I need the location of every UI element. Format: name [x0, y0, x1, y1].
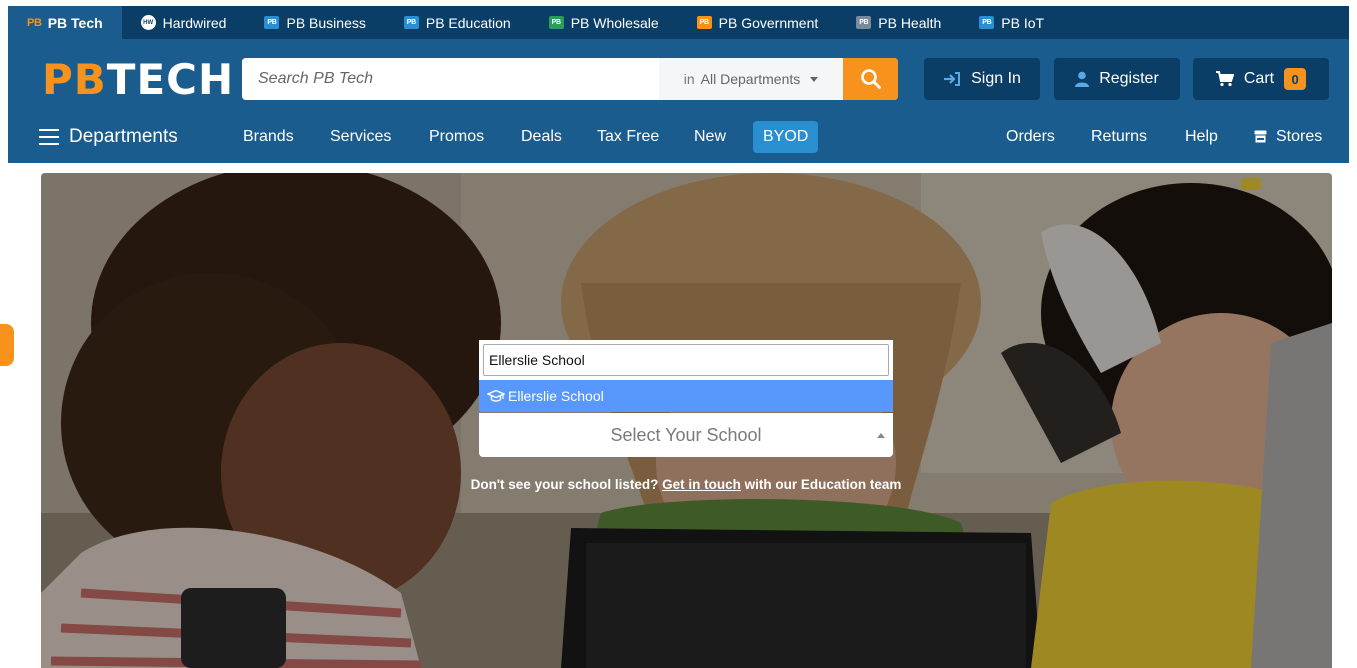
sign-in-icon: [944, 72, 961, 86]
get-in-touch-link[interactable]: Get in touch: [662, 477, 741, 492]
site-header: PBTECH in All Departments Sign In Regist: [8, 39, 1349, 163]
site-tab-label: PB Government: [718, 14, 819, 31]
user-icon: [1075, 71, 1090, 87]
sign-in-button[interactable]: Sign In: [924, 58, 1040, 100]
cart-count-badge: 0: [1284, 68, 1307, 90]
nav-link-orders[interactable]: Orders: [1006, 123, 1055, 150]
pb-tech-logo[interactable]: PBTECH: [42, 57, 234, 103]
nav-link-new[interactable]: New: [694, 123, 726, 150]
pb-education-logo-icon: PB: [403, 16, 419, 29]
logo-tech-text: TECH: [106, 55, 235, 104]
site-tab-label: Hardwired: [162, 14, 227, 31]
help-text-after: with our Education team: [744, 477, 902, 492]
nav-link-returns[interactable]: Returns: [1091, 123, 1147, 150]
register-button[interactable]: Register: [1054, 58, 1180, 100]
help-text-before: Don't see your school listed?: [470, 477, 659, 492]
select-school-placeholder: Select Your School: [610, 424, 762, 445]
site-switcher-bar: PB PB Tech HW Hardwired PB PB Business P…: [8, 6, 1349, 39]
department-select-value: All Departments: [700, 71, 801, 87]
feedback-side-tab[interactable]: [0, 324, 14, 366]
site-tab-label: PB IoT: [1001, 14, 1045, 31]
logo-pb-text: PB: [42, 55, 107, 104]
site-tab-label: PB Wholesale: [570, 14, 659, 31]
department-select[interactable]: in All Departments: [659, 58, 843, 100]
departments-label: Departments: [69, 126, 178, 147]
nav-link-deals[interactable]: Deals: [521, 123, 562, 150]
site-tab-label: PB Business: [286, 14, 366, 31]
school-option-label: Ellerslie School: [508, 388, 604, 404]
cart-label: Cart: [1243, 70, 1275, 87]
search-button[interactable]: [843, 58, 898, 100]
site-tab-pb-health[interactable]: PB PB Health: [837, 6, 960, 39]
site-tab-label: PB Health: [878, 14, 942, 31]
pb-health-logo-icon: PB: [856, 16, 872, 29]
site-tab-pb-education[interactable]: PB PB Education: [385, 6, 530, 39]
cart-icon: [1215, 71, 1234, 87]
pb-business-logo-icon: PB: [264, 16, 280, 29]
school-help-text: Don't see your school listed? Get in tou…: [411, 477, 961, 492]
site-tab-pb-government[interactable]: PB PB Government: [678, 6, 838, 39]
cart-button[interactable]: Cart 0: [1193, 58, 1329, 100]
nav-link-help[interactable]: Help: [1185, 123, 1218, 150]
hardwired-logo-icon: HW: [140, 15, 156, 30]
pb-iot-logo-icon: PB: [979, 16, 995, 29]
search-bar: in All Departments: [242, 58, 898, 100]
graduation-cap-icon: [487, 389, 505, 402]
sign-in-label: Sign In: [971, 70, 1021, 87]
site-tab-label: PB Tech: [47, 14, 103, 31]
nav-link-byod[interactable]: BYOD: [753, 121, 819, 153]
nav-link-promos[interactable]: Promos: [429, 123, 484, 150]
department-select-prefix: in: [683, 71, 695, 87]
site-tab-label: PB Education: [425, 14, 511, 31]
hamburger-icon: [39, 129, 59, 145]
pb-government-logo-icon: PB: [696, 16, 712, 29]
search-icon: [860, 69, 881, 89]
site-tab-pb-wholesale[interactable]: PB PB Wholesale: [530, 6, 678, 39]
nav-link-stores[interactable]: Stores: [1254, 123, 1322, 150]
store-icon: [1254, 130, 1267, 143]
nav-link-stores-label: Stores: [1276, 128, 1323, 145]
main-nav: Departments Brands Services Promos Deals…: [8, 119, 1349, 153]
nav-link-brands[interactable]: Brands: [243, 123, 294, 150]
pb-logo-icon: PB: [27, 16, 42, 29]
nav-link-tax-free[interactable]: Tax Free: [597, 123, 659, 150]
pb-wholesale-logo-icon: PB: [548, 16, 564, 29]
departments-menu-button[interactable]: Departments: [39, 122, 178, 152]
school-search-box: [479, 340, 893, 380]
site-tab-pb-business[interactable]: PB PB Business: [245, 6, 384, 39]
select-your-school-dropdown[interactable]: Select Your School: [479, 413, 893, 457]
caret-down-icon: [810, 76, 819, 82]
school-option-ellerslie[interactable]: Ellerslie School: [479, 380, 893, 412]
nav-link-services[interactable]: Services: [330, 123, 391, 150]
site-tab-pb-iot[interactable]: PB PB IoT: [960, 6, 1063, 39]
site-tab-hardwired[interactable]: HW Hardwired: [122, 6, 246, 39]
school-picker: Ellerslie School Select Your School: [479, 340, 893, 457]
search-input[interactable]: [242, 58, 659, 100]
site-tab-pb-tech[interactable]: PB PB Tech: [8, 6, 122, 39]
school-search-input[interactable]: [483, 344, 889, 376]
caret-up-icon: [877, 433, 885, 438]
register-label: Register: [1099, 70, 1159, 87]
